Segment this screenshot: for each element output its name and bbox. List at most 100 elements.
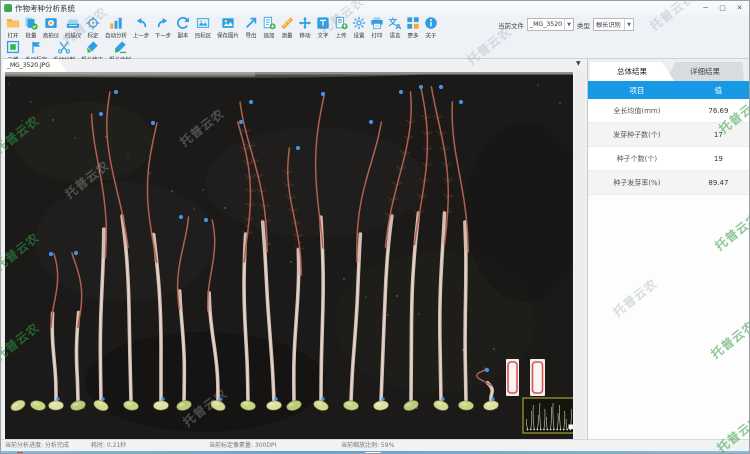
image-viewer: _MG_3520.JPG ▼: [1, 59, 587, 439]
scroll-arrow-icon[interactable]: ▼: [576, 60, 581, 67]
toolbar-button-redo[interactable]: 下一步: [152, 15, 174, 40]
toolbar-button-more[interactable]: 更多: [404, 15, 422, 40]
chevron-down-icon[interactable]: ▼: [564, 19, 573, 30]
manual-calibrate-icon: [29, 40, 43, 54]
type-label: 类型: [577, 21, 590, 30]
toolbar-button-label: 移动: [299, 32, 311, 40]
type-combobox[interactable]: 根长识别 ▼: [593, 18, 634, 31]
toolbar-row-2: 二维手动标定手动分割根长修正根长涂划: [1, 39, 749, 63]
column-header-value: 值: [714, 85, 723, 95]
current-file-label: 当前文件: [498, 21, 524, 30]
specimen-image[interactable]: [5, 72, 585, 439]
measure-icon: [280, 16, 294, 30]
toolbar-button-doc-camera[interactable]: 高拍仪: [40, 15, 62, 40]
doc-camera-icon: [44, 16, 58, 30]
toolbar-button-calibration[interactable]: 标定: [84, 15, 102, 40]
toolbar-button-label: 自动分析: [104, 32, 128, 40]
toolbar-button-label: 下一步: [154, 32, 172, 40]
app-logo-icon: [4, 4, 12, 12]
maximize-button[interactable]: ▢: [714, 1, 731, 15]
result-row[interactable]: 发芽种子数(个) 17: [588, 123, 749, 147]
toolbar-button-language[interactable]: 文 A 语言: [386, 15, 404, 40]
results-table-header: 项目 值: [588, 81, 749, 99]
settings-icon: [352, 16, 366, 30]
status-bar: 当前分析进度: 分析完成 耗时: 0.21秒 当前标定像素量: 300DPI 当…: [1, 439, 749, 451]
calibration-icon: [86, 16, 100, 30]
scanner-icon: [66, 16, 80, 30]
result-item-label: 发芽种子数(个): [613, 130, 661, 139]
redo-icon: [156, 16, 170, 30]
result-item-value: 17: [713, 130, 723, 139]
result-item-label: 种子发芽率(%): [613, 178, 661, 187]
toolbar-button-export[interactable]: 导出: [242, 15, 260, 40]
print-icon: [370, 16, 384, 30]
batch-icon: [24, 16, 38, 30]
toolbar-button-label: 更多: [407, 32, 419, 40]
export-icon: [244, 16, 258, 30]
toolbar-button-batch[interactable]: 批量: [22, 15, 40, 40]
tab-detailed-results[interactable]: 详细结果: [666, 62, 744, 81]
toolbar-button-target-region[interactable]: 目标区: [192, 15, 214, 40]
toolbar-button-label: 打印: [371, 32, 383, 40]
toolbar-button-settings[interactable]: 设置: [350, 15, 368, 40]
toolbar-button-label: 设置: [353, 32, 365, 40]
save-image-icon: [221, 16, 235, 30]
open-folder-icon: [6, 16, 20, 30]
toolbar-button-about[interactable]: 关于: [422, 15, 440, 40]
toolbar-button-save-image[interactable]: 保存图片: [214, 15, 242, 40]
toolbar-button-move[interactable]: 移动: [296, 15, 314, 40]
toolbar-button-label: 保存图片: [217, 32, 240, 40]
toolbar-button-open-folder[interactable]: 打开: [4, 15, 22, 40]
window-title: 作物考种分析系统: [15, 3, 75, 13]
toolbar-button-label: 打开: [7, 32, 19, 40]
image-file-tab[interactable]: _MG_3520.JPG: [3, 59, 67, 72]
result-row[interactable]: 种子个数(个) 19: [588, 147, 749, 171]
root-correct-icon: [85, 40, 99, 54]
two-d-icon: [6, 40, 20, 54]
upload-icon: [334, 16, 348, 30]
undo-icon: [134, 16, 148, 30]
results-table-body: 全长均值(mm) 76.69 发芽种子数(个) 17 种子个数(个) 19 种子发芽率(%)…: [588, 99, 749, 195]
column-header-item: 项目: [629, 85, 645, 95]
svg-text:A: A: [396, 22, 402, 30]
toolbar-button-label: 高拍仪: [42, 32, 60, 40]
result-item-label: 全长均值(mm): [613, 106, 661, 115]
seedling-photo[interactable]: [5, 72, 585, 439]
more-icon: [406, 16, 420, 30]
current-file-combobox[interactable]: _MG_3520 ▼: [527, 18, 574, 31]
toolbar-button-measure[interactable]: 测量: [278, 15, 296, 40]
tab-overall-results[interactable]: 总体结果: [590, 62, 674, 81]
viewer-scrollbar[interactable]: [575, 71, 585, 437]
language-icon: 文A: [388, 16, 402, 31]
chevron-down-icon[interactable]: ▼: [624, 19, 633, 30]
minimap[interactable]: [522, 397, 575, 434]
target-region-icon: [196, 16, 210, 30]
toolbar-button-undo[interactable]: 上一步: [130, 15, 152, 40]
toolbar-button-label: 追加: [263, 32, 275, 40]
toolbar-button-append[interactable]: 追加: [260, 15, 278, 40]
toolbar-button-text[interactable]: 文字: [314, 15, 332, 40]
result-item-value: 89.47: [708, 178, 729, 187]
toolbar-button-auto-analyze[interactable]: 自动分析: [102, 15, 130, 40]
root-draw-icon: [113, 40, 127, 54]
result-item-label: 种子个数(个): [616, 154, 658, 163]
manual-split-icon: [57, 40, 71, 54]
auto-analyze-icon: [109, 16, 123, 30]
app-window: 作物考种分析系统 ─ ▢ ✕ 打开 批量 高拍仪 扫描仪 标定 自动分析 上一步 下一步 副本目…: [0, 0, 750, 454]
close-button[interactable]: ✕: [731, 1, 748, 15]
toolbar-button-label: 标定: [87, 32, 99, 40]
toolbar-button-label: 批量: [25, 32, 37, 40]
append-icon: [262, 16, 276, 30]
result-row[interactable]: 全长均值(mm) 76.69: [588, 99, 749, 123]
type-value: 根长识别: [596, 22, 621, 29]
toolbar-button-duplicate[interactable]: 副本: [174, 15, 192, 40]
duplicate-icon: [176, 16, 190, 30]
toolbar-button-print[interactable]: 打印: [368, 15, 386, 40]
minimize-button[interactable]: ─: [697, 1, 714, 15]
toolbar-button-scanner[interactable]: 扫描仪: [62, 15, 84, 40]
toolbar: 打开 批量 高拍仪 扫描仪 标定 自动分析 上一步 下一步 副本 目标区 保存图片 导出 追加 测量 移动文…: [1, 15, 749, 63]
toolbar-button-label: 测量: [281, 32, 293, 40]
toolbar-button-upload[interactable]: 上传: [332, 15, 350, 40]
result-row[interactable]: 种子发芽率(%) 89.47: [588, 171, 749, 195]
toolbar-button-label: 扫描仪: [64, 32, 82, 40]
